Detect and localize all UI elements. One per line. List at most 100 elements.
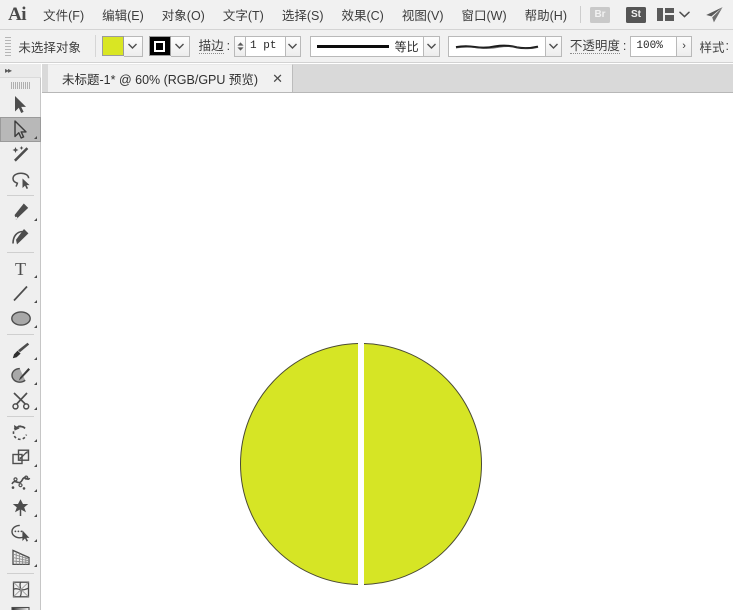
brush-definition-dropdown-button[interactable] [545,35,562,57]
paintbrush-tool[interactable] [0,338,41,363]
tools-divider-4 [6,416,34,417]
svg-text:T: T [15,259,26,278]
document-tab[interactable]: 未标题-1* @ 60% (RGB/GPU 预览) ✕ [48,64,293,92]
illustrator-window: Ai 文件(F) 编辑(E) 对象(O) 文字(T) 选择(S) 效果(C) 视… [0,0,733,610]
menu-bar-right-cluster: Br St [576,0,733,29]
magic-wand-tool[interactable] [0,142,41,167]
fill-color-control[interactable] [101,35,143,57]
curvature-tool[interactable] [0,224,41,249]
menu-item-window-label: 窗口(W) [461,9,507,23]
stock-badge[interactable]: St [626,6,646,23]
split-circle-right-half[interactable] [364,343,482,585]
stroke-profile-label: 等比 [394,39,419,54]
tools-panel-expand-button[interactable]: ▸▸ [0,64,41,78]
menu-item-file[interactable]: 文件(F) [34,0,93,29]
chevron-down-icon[interactable] [678,9,690,21]
width-tool[interactable] [0,470,41,495]
stroke-weight-dropdown-button[interactable] [285,35,302,57]
menu-item-file-label: 文件(F) [43,9,85,23]
close-icon[interactable]: ✕ [272,72,283,85]
artboard-canvas[interactable] [42,94,733,610]
rocket-icon[interactable] [704,6,724,24]
line-segment-tool[interactable] [0,281,41,306]
tools-divider-3 [6,334,34,335]
menu-bar-divider [580,6,581,23]
left-half-disc-shape [240,343,358,585]
stroke-profile-dropdown-button[interactable] [423,35,440,57]
mesh-tool[interactable] [0,577,41,602]
stroke-weight-label[interactable]: 描边 [198,39,224,54]
tools-divider-1 [6,195,34,196]
menu-item-view-label: 视图(V) [401,9,444,23]
fill-color-dropdown-button[interactable] [123,35,143,57]
menu-item-select[interactable]: 选择(S) [273,0,333,29]
brush-definition-preview[interactable] [447,35,546,57]
tools-divider-5 [6,573,34,574]
ellipse-tool[interactable] [0,306,41,331]
direct-selection-tool[interactable] [0,117,41,142]
bridge-badge[interactable]: Br [590,6,610,23]
opacity-panel-button[interactable]: › [677,35,693,57]
stroke-color-control[interactable] [148,35,190,57]
menu-item-type[interactable]: 文字(T) [214,0,273,29]
stroke-color-swatch[interactable] [148,36,171,56]
shaper-pencil-tool[interactable] [0,363,41,388]
tools-panel-grip[interactable] [0,78,40,92]
tool-group-indicator-icon [34,439,37,442]
split-circle-artwork[interactable] [240,343,482,585]
gradient-tool[interactable] [0,602,41,610]
style-colon: : [725,39,730,53]
stroke-color-dropdown-button[interactable] [170,35,190,57]
tool-group-indicator-icon [34,407,37,410]
selection-status-label: 未选择对象 [18,40,81,55]
control-bar-divider-1 [94,35,96,57]
tool-group-indicator-icon [34,300,37,303]
free-transform-tool[interactable] [0,495,41,520]
menu-item-object[interactable]: 对象(O) [153,0,214,29]
expand-arrows-icon: ▸▸ [5,66,12,75]
tool-group-indicator-icon [34,382,37,385]
fill-color-swatch[interactable] [101,36,124,56]
split-circle-left-half[interactable] [240,343,358,585]
stroke-profile-line [316,44,389,48]
stroke-profile-preview[interactable]: 等比 [309,35,424,57]
menu-item-view[interactable]: 视图(V) [393,0,453,29]
tool-group-indicator-icon [34,357,37,360]
tools-divider-2 [6,252,34,253]
shape-builder-tool[interactable] [0,520,41,545]
scale-tool[interactable] [0,445,41,470]
stroke-weight-input[interactable]: 1 pt [245,35,286,57]
menu-item-type-label: 文字(T) [222,9,264,23]
menu-item-window[interactable]: 窗口(W) [453,0,516,29]
scissors-tool[interactable] [0,388,41,413]
menu-item-help-label: 帮助(H) [524,9,567,23]
document-tab-bar: 未标题-1* @ 60% (RGB/GPU 预览) ✕ [42,64,733,93]
menu-item-edit[interactable]: 编辑(E) [93,0,153,29]
tool-group-indicator-icon [34,564,37,567]
tool-group-indicator-icon [34,514,37,517]
style-label: 样式 [699,40,725,55]
tool-group-indicator-icon [34,325,37,328]
lasso-tool[interactable] [0,167,41,192]
menu-bar: Ai 文件(F) 编辑(E) 对象(O) 文字(T) 选择(S) 效果(C) 视… [0,0,733,30]
pen-tool[interactable] [0,199,41,224]
opacity-label[interactable]: 不透明度 [569,39,620,54]
menu-item-list: 文件(F) 编辑(E) 对象(O) 文字(T) 选择(S) 效果(C) 视图(V… [34,0,576,29]
menu-item-effect[interactable]: 效果(C) [332,0,392,29]
control-bar-grip[interactable] [4,36,11,57]
tools-panel: ▸▸ T [0,64,41,610]
rotate-tool[interactable] [0,420,41,445]
type-tool[interactable]: T [0,256,41,281]
app-logo: Ai [8,3,27,25]
arrange-documents-icon[interactable] [657,8,674,21]
tool-group-indicator-icon [34,539,37,542]
stroke-weight-stepper[interactable] [234,35,246,57]
perspective-grid-tool[interactable] [0,545,41,570]
tool-group-indicator-icon [34,218,37,221]
stroke-weight-colon: : [226,39,231,53]
menu-item-help[interactable]: 帮助(H) [516,0,576,29]
menu-item-select-label: 选择(S) [281,9,324,23]
selection-tool[interactable] [0,92,41,117]
opacity-colon: : [622,39,627,53]
opacity-input[interactable]: 100% [630,35,678,57]
